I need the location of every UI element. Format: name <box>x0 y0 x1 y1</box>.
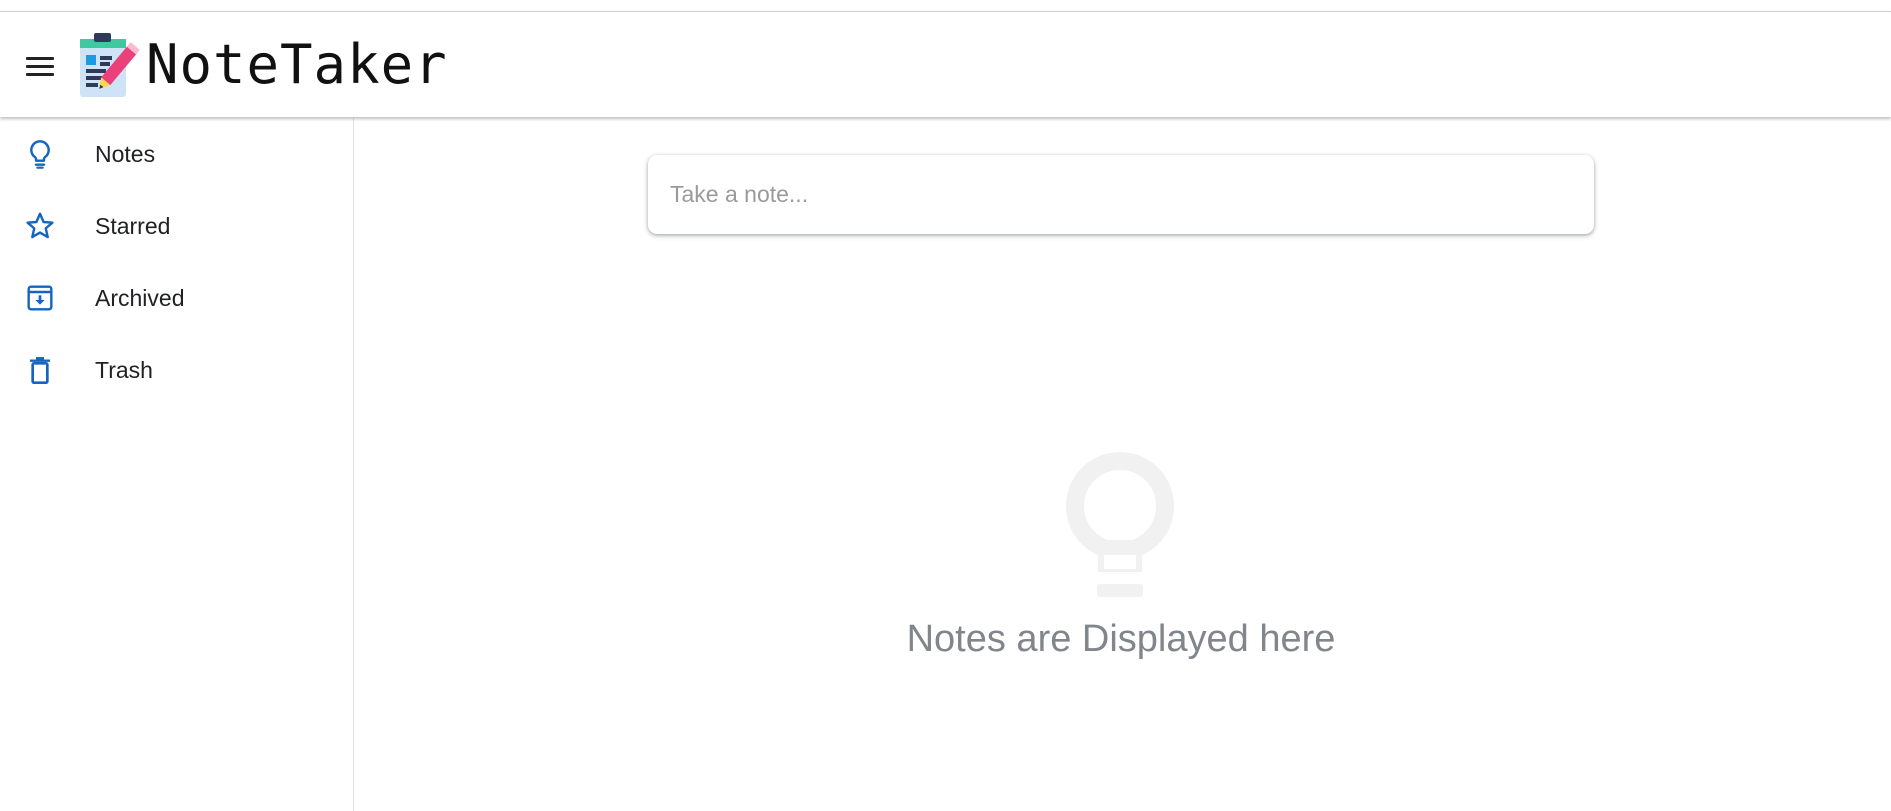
sidebar-item-archived[interactable]: Archived <box>0 262 353 334</box>
empty-state-message: Notes are Displayed here <box>906 618 1336 660</box>
sidebar: Notes Starred Archived Trash <box>0 118 354 811</box>
take-note-input[interactable] <box>648 155 1594 234</box>
sidebar-item-trash[interactable]: Trash <box>0 334 353 406</box>
lightbulb-icon <box>30 140 50 169</box>
app-header: NoteTaker <box>0 11 1891 117</box>
archive-icon <box>27 285 53 311</box>
hamburger-menu-icon <box>26 56 54 60</box>
sidebar-item-label: Starred <box>95 212 171 239</box>
app-title: NoteTaker <box>146 33 448 96</box>
star-icon <box>26 212 54 239</box>
empty-state-lightbulb-icon <box>1066 452 1174 597</box>
sidebar-item-starred[interactable]: Starred <box>0 190 353 262</box>
sidebar-item-notes[interactable]: Notes <box>0 118 353 190</box>
sidebar-item-label: Archived <box>95 284 185 311</box>
trash-icon <box>30 357 50 384</box>
note-input-card <box>648 155 1594 234</box>
app-window: NoteTaker Notes Starred Archived Trash T… <box>0 0 1891 811</box>
notepad-pencil-logo-icon <box>80 33 140 97</box>
sidebar-item-label: Trash <box>95 356 153 383</box>
main-menu-button[interactable] <box>22 48 58 84</box>
sidebar-item-label: Notes <box>95 140 156 167</box>
